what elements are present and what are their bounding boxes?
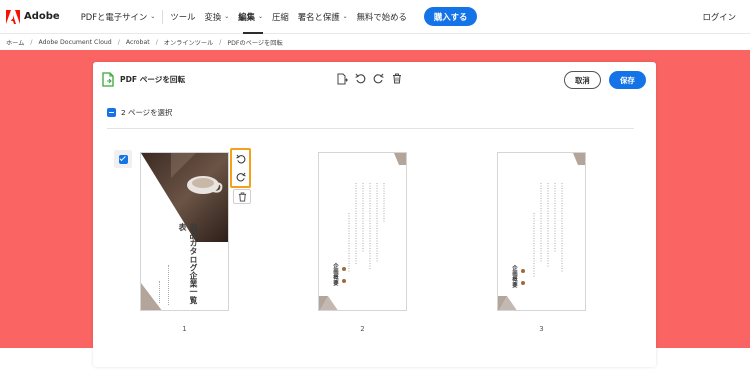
nav-item-edit[interactable]: 編集 ⌄ <box>236 0 270 34</box>
page-delete-button[interactable] <box>233 189 251 204</box>
rotate-right-icon[interactable] <box>372 72 385 85</box>
nav-item-sign-protect[interactable]: 署名と保護 ⌄ <box>296 0 355 34</box>
page-3-heading: 企画概要 <box>511 265 517 288</box>
save-button[interactable]: 保存 <box>609 71 646 89</box>
select-all-checkbox[interactable] <box>107 108 116 117</box>
rotate-pages-panel: PDF ページを回転 取消 保存 2 ページを選択 商品カタログ企業一覧表 1 … <box>93 62 656 367</box>
chevron-down-icon: ⌄ <box>224 13 230 20</box>
select-pages-row[interactable]: 2 ページを選択 <box>107 107 172 118</box>
buy-button[interactable]: 購入する <box>423 7 478 26</box>
adobe-logo[interactable]: Adobe <box>6 9 60 24</box>
nav-item-convert[interactable]: 変換 ⌄ <box>202 0 236 34</box>
page-number-1: 1 <box>182 325 187 333</box>
breadcrumb-document-cloud[interactable]: Adobe Document Cloud <box>38 39 111 46</box>
breadcrumb-home[interactable]: ホーム <box>6 38 24 47</box>
nav-item-tools[interactable]: ツール <box>163 0 202 34</box>
page-1-title: 商品カタログ企業一覧表 <box>178 223 198 304</box>
pdf-file-icon <box>102 72 114 87</box>
breadcrumb: ホーム / Adobe Document Cloud / Acrobat / オンライ… <box>0 34 750 50</box>
panel-header: PDF ページを回転 取消 保存 <box>93 62 656 98</box>
breadcrumb-separator: / <box>155 38 158 46</box>
breadcrumb-acrobat[interactable]: Acrobat <box>126 39 150 46</box>
breadcrumb-separator: / <box>117 38 120 46</box>
breadcrumb-separator: / <box>219 38 222 46</box>
nav-label: 変換 <box>204 11 222 22</box>
page-1-checkbox[interactable] <box>114 150 132 168</box>
page-number-3: 3 <box>539 325 544 333</box>
nav-label: PDFと電子サイン <box>80 11 148 22</box>
nav-item-compress[interactable]: 圧縮 <box>270 0 296 34</box>
panel-title: PDF ページを回転 <box>120 75 186 84</box>
page-2-heading: 企画概要 <box>332 263 338 286</box>
page-1-subtitle <box>168 265 172 305</box>
cancel-button[interactable]: 取消 <box>564 71 601 89</box>
nav-item-pdf-esign[interactable]: PDFと電子サイン ⌄ <box>74 0 163 34</box>
adobe-logo-icon <box>6 9 20 24</box>
panel-toolbar <box>336 72 403 85</box>
nav-label: ツール <box>170 11 196 22</box>
page-rotate-controls <box>230 148 251 188</box>
login-link[interactable]: ログイン <box>703 11 737 23</box>
nav-item-free-trial[interactable]: 無料で始める <box>355 0 414 34</box>
breadcrumb-online-tools[interactable]: オンラインツール <box>164 38 214 47</box>
rotate-right-icon[interactable] <box>232 168 249 186</box>
page-1-meta <box>159 281 162 303</box>
nav-label: 編集 <box>238 11 255 22</box>
trash-icon <box>238 192 246 201</box>
page-number-2: 2 <box>360 325 365 333</box>
chevron-down-icon: ⌄ <box>342 13 348 20</box>
breadcrumb-separator: / <box>30 38 33 46</box>
trash-icon[interactable] <box>390 72 403 85</box>
page-thumbnail-1[interactable]: 商品カタログ企業一覧表 <box>140 152 229 311</box>
chevron-down-icon: ⌄ <box>150 13 156 20</box>
nav-label: 圧縮 <box>272 11 289 22</box>
chevron-down-icon: ⌄ <box>257 13 264 20</box>
rotate-left-icon[interactable] <box>232 150 249 168</box>
insert-page-icon[interactable] <box>336 72 349 85</box>
page-2-preview <box>319 153 406 310</box>
breadcrumb-current: PDFのページを回転 <box>227 39 283 47</box>
nav-label: 署名と保護 <box>297 11 340 22</box>
divider <box>107 128 634 129</box>
top-navigation: Adobe PDFと電子サイン ⌄ ツール 変換 ⌄ 編集 ⌄ 圧縮 署名と保護 ⌄ 無… <box>0 0 750 34</box>
selected-count-label: 2 ページを選択 <box>121 108 173 117</box>
nav-label: 無料で始める <box>356 11 407 22</box>
page-thumbnail-2[interactable]: 企画概要 <box>318 152 407 311</box>
rotate-left-icon[interactable] <box>354 72 367 85</box>
checkmark-icon <box>118 154 128 164</box>
page-thumbnail-3[interactable]: 企画概要 <box>497 152 586 311</box>
adobe-logo-text: Adobe <box>24 11 60 22</box>
